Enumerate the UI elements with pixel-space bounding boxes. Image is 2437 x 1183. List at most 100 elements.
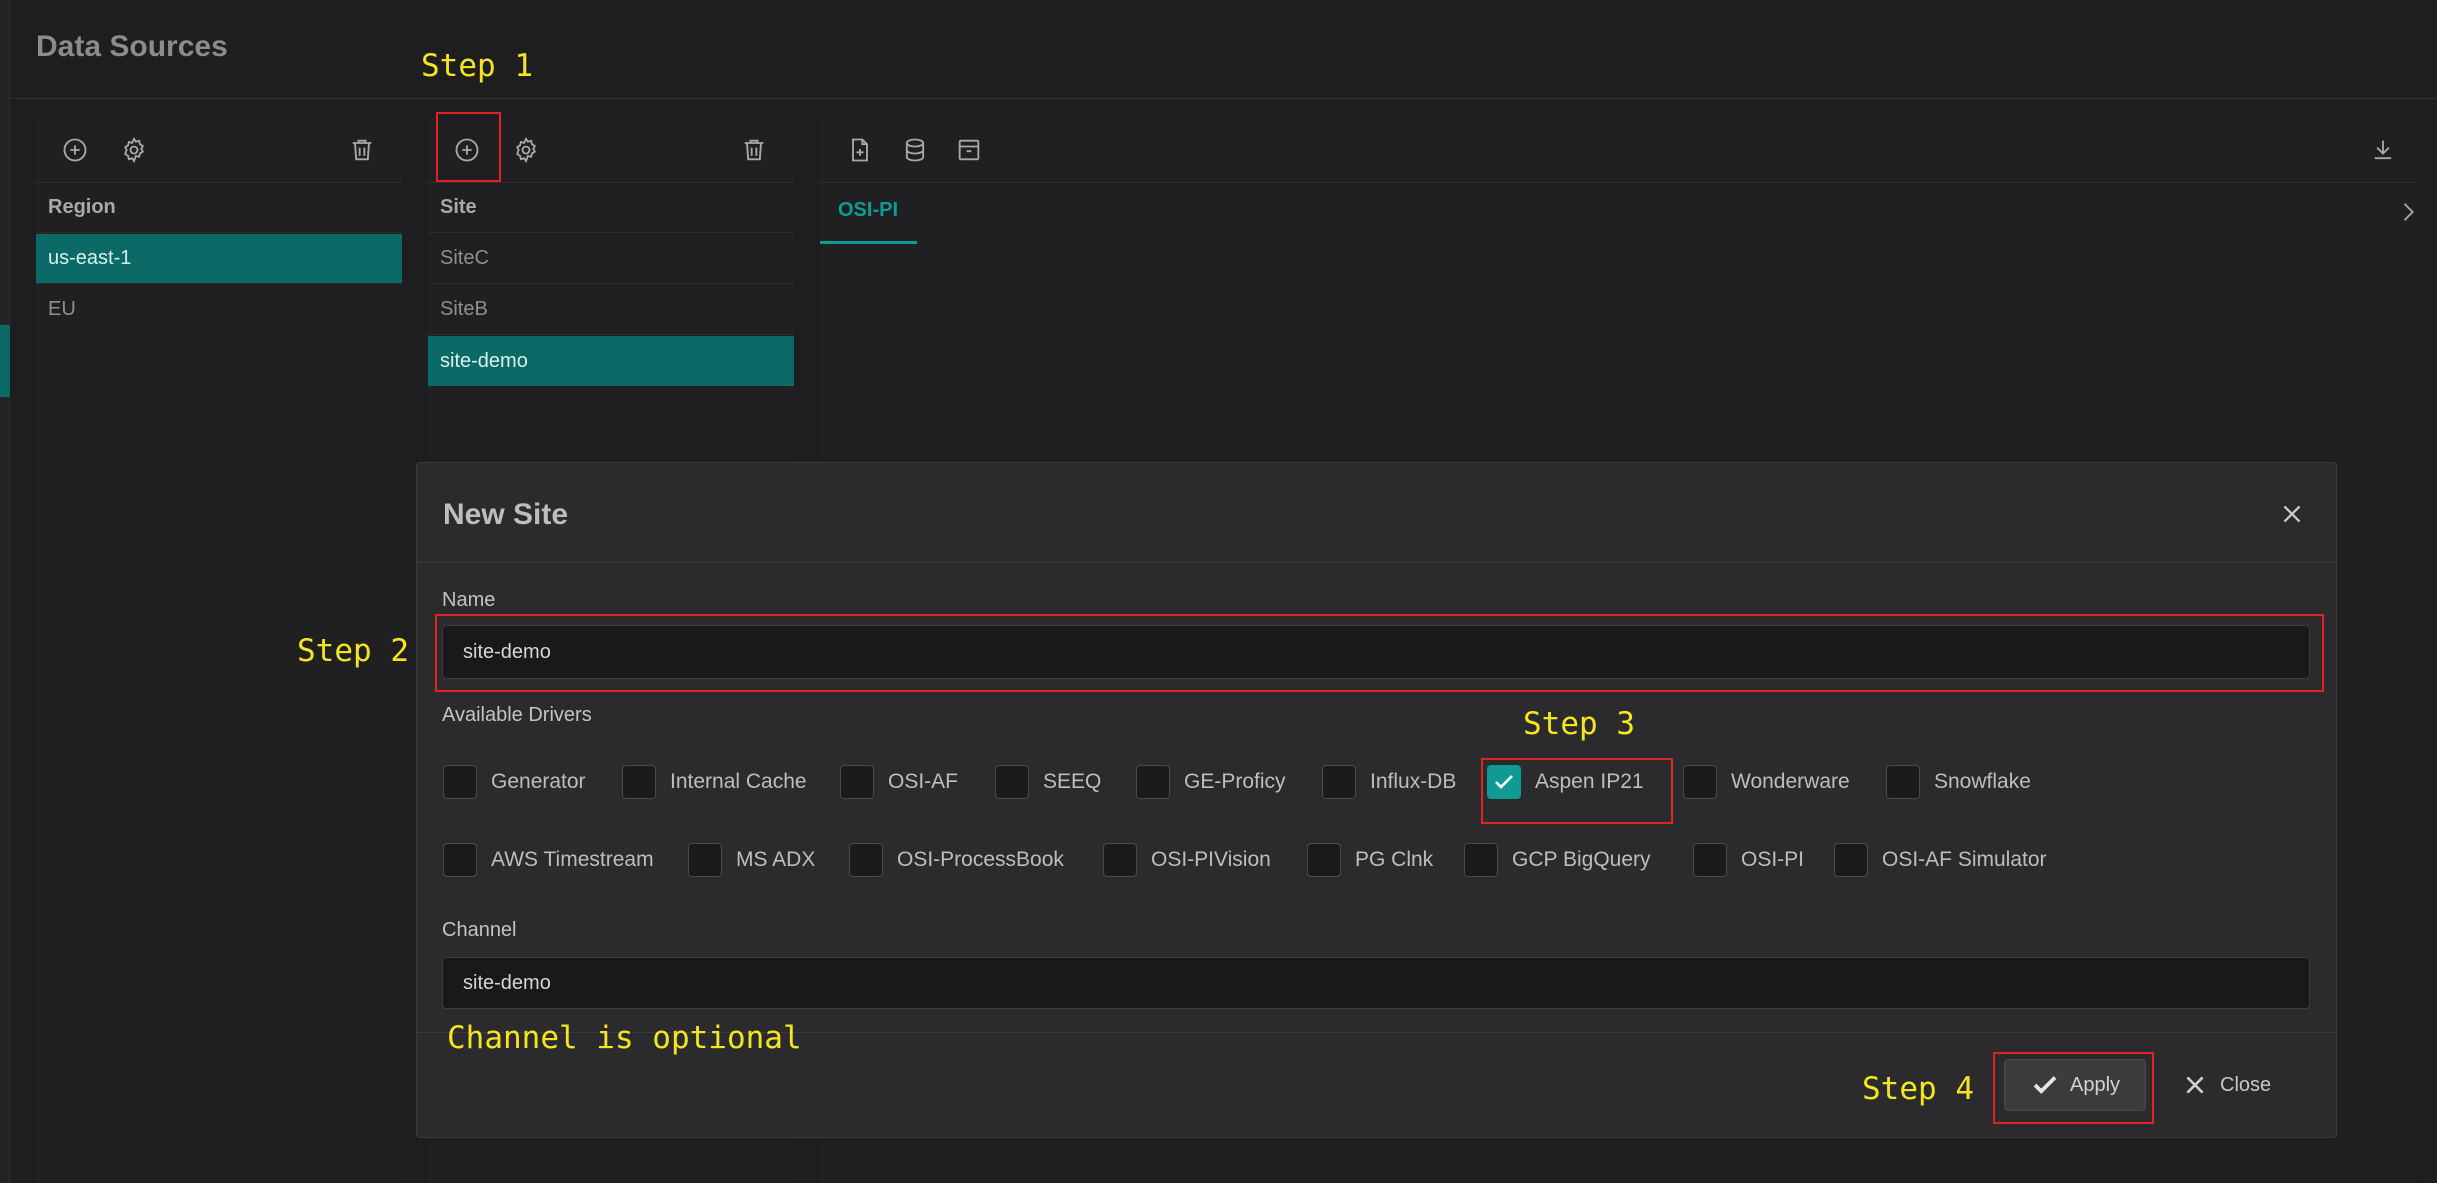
driver-checkbox-internal-cache[interactable]: Internal Cache — [622, 765, 807, 799]
site-item-label: site-demo — [440, 349, 528, 372]
add-region-icon[interactable] — [59, 134, 91, 166]
step4-highlight-box — [1993, 1052, 2154, 1124]
chevron-right-icon[interactable] — [2392, 196, 2424, 228]
step3-highlight-box — [1481, 758, 1673, 824]
checkbox-icon[interactable] — [1693, 843, 1727, 877]
left-nav-strip — [0, 0, 10, 1183]
driver-checkbox-ge-proficy[interactable]: GE-Proficy — [1136, 765, 1286, 799]
driver-label: Snowflake — [1934, 770, 2031, 793]
channel-label: Channel — [442, 919, 517, 941]
driver-label: GE-Proficy — [1184, 770, 1286, 793]
title-divider — [10, 98, 2437, 99]
site-settings-icon[interactable] — [510, 134, 542, 166]
driver-checkbox-osi-pivision[interactable]: OSI-PIVision — [1103, 843, 1271, 877]
driver-label: PG Clnk — [1355, 848, 1434, 871]
driver-checkbox-snowflake[interactable]: Snowflake — [1886, 765, 2031, 799]
checkbox-icon[interactable] — [840, 765, 874, 799]
driver-label: SEEQ — [1043, 770, 1102, 793]
channel-input[interactable]: site-demo — [442, 957, 2310, 1009]
available-drivers-label: Available Drivers — [442, 704, 592, 726]
site-item-site-demo[interactable]: site-demo — [428, 336, 794, 386]
checkbox-icon[interactable] — [1464, 843, 1498, 877]
driver-label: Influx-DB — [1370, 770, 1457, 793]
driver-label: OSI-PI — [1741, 848, 1805, 871]
tab-osi-pi[interactable]: OSI-PI — [838, 199, 898, 222]
site-toolbar-divider — [428, 182, 794, 183]
dialog-close-icon[interactable] — [2279, 501, 2313, 535]
driver-label: OSI-AF Simulator — [1882, 848, 2047, 871]
driver-checkbox-pg-clnk[interactable]: PG Clnk — [1307, 843, 1433, 877]
checkbox-icon[interactable] — [688, 843, 722, 877]
site-column-header: Site — [440, 196, 477, 218]
checkbox-icon[interactable] — [1136, 765, 1170, 799]
download-icon[interactable] — [2367, 134, 2399, 166]
driver-label: GCP BigQuery — [1512, 848, 1651, 871]
dialog-header-divider — [417, 562, 2336, 563]
site-item-label: SiteB — [440, 298, 488, 320]
driver-label: Generator — [491, 770, 586, 793]
checkbox-icon[interactable] — [1103, 843, 1137, 877]
driver-checkbox-osi-processbook[interactable]: OSI-ProcessBook — [849, 843, 1064, 877]
step3-annotation: Step 3 — [1523, 706, 1635, 742]
data-sources-page: Data Sources Region us-east-1 EU Site Si… — [0, 0, 2437, 1183]
driver-checkbox-generator[interactable]: Generator — [443, 765, 586, 799]
checkbox-icon[interactable] — [622, 765, 656, 799]
driver-checkbox-seeq[interactable]: SEEQ — [995, 765, 1101, 799]
driver-checkbox-osi-af-simulator[interactable]: OSI-AF Simulator — [1834, 843, 2047, 877]
region-item-us-east-1[interactable]: us-east-1 — [36, 234, 402, 284]
driver-checkbox-wonderware[interactable]: Wonderware — [1683, 765, 1850, 799]
name-label: Name — [442, 589, 496, 611]
driver-label: MS ADX — [736, 848, 816, 871]
driver-label: OSI-PIVision — [1151, 848, 1271, 871]
page-title: Data Sources — [36, 30, 228, 63]
checkbox-icon[interactable] — [443, 765, 477, 799]
checkbox-icon[interactable] — [1322, 765, 1356, 799]
step1-highlight-box — [436, 112, 501, 182]
driver-checkbox-ms-adx[interactable]: MS ADX — [688, 843, 815, 877]
step2-annotation: Step 2 — [297, 633, 409, 669]
left-nav-active-marker — [0, 325, 10, 397]
driver-checkbox-osi-pi[interactable]: OSI-PI — [1693, 843, 1804, 877]
delete-site-icon[interactable] — [738, 134, 770, 166]
driver-label: Wonderware — [1731, 770, 1850, 793]
region-item-label: us-east-1 — [48, 247, 132, 269]
checkbox-icon[interactable] — [849, 843, 883, 877]
step2-highlight-box — [435, 614, 2324, 692]
checkbox-icon[interactable] — [1307, 843, 1341, 877]
driver-label: OSI-AF — [888, 770, 959, 793]
step1-annotation: Step 1 — [421, 48, 533, 84]
region-header-divider — [36, 232, 402, 233]
region-item-label: EU — [48, 297, 76, 320]
driver-label: AWS Timestream — [491, 848, 654, 871]
region-toolbar-divider — [36, 182, 402, 183]
tab-active-indicator — [820, 241, 917, 244]
driver-checkbox-gcp-bigquery[interactable]: GCP BigQuery — [1464, 843, 1651, 877]
driver-checkbox-influx-db[interactable]: Influx-DB — [1322, 765, 1456, 799]
file-plus-icon[interactable] — [844, 134, 876, 166]
site-item-sitec[interactable]: SiteC — [428, 234, 794, 284]
channel-optional-annotation: Channel is optional — [447, 1020, 802, 1056]
site-item-siteb[interactable]: SiteB — [428, 285, 794, 335]
driver-checkbox-osi-af[interactable]: OSI-AF — [840, 765, 958, 799]
site-header-divider — [428, 232, 794, 233]
delete-region-icon[interactable] — [346, 134, 378, 166]
site-item-label: SiteC — [440, 247, 489, 269]
region-settings-icon[interactable] — [118, 134, 150, 166]
checkbox-icon[interactable] — [1886, 765, 1920, 799]
checkbox-icon[interactable] — [1834, 843, 1868, 877]
checkbox-icon[interactable] — [995, 765, 1029, 799]
region-item-eu[interactable]: EU — [36, 284, 402, 334]
database-icon[interactable] — [899, 134, 931, 166]
driver-label: OSI-ProcessBook — [897, 848, 1064, 871]
archive-icon[interactable] — [953, 134, 985, 166]
driver-checkbox-aws-timestream[interactable]: AWS Timestream — [443, 843, 654, 877]
checkbox-icon[interactable] — [443, 843, 477, 877]
close-icon — [2186, 1076, 2204, 1094]
region-column-header: Region — [48, 196, 116, 218]
driver-label: Internal Cache — [670, 770, 807, 793]
detail-toolbar-divider — [820, 182, 2417, 183]
close-button[interactable]: Close — [2182, 1061, 2271, 1109]
close-button-label: Close — [2220, 1073, 2272, 1096]
checkbox-icon[interactable] — [1683, 765, 1717, 799]
dialog-title: New Site — [443, 498, 569, 531]
